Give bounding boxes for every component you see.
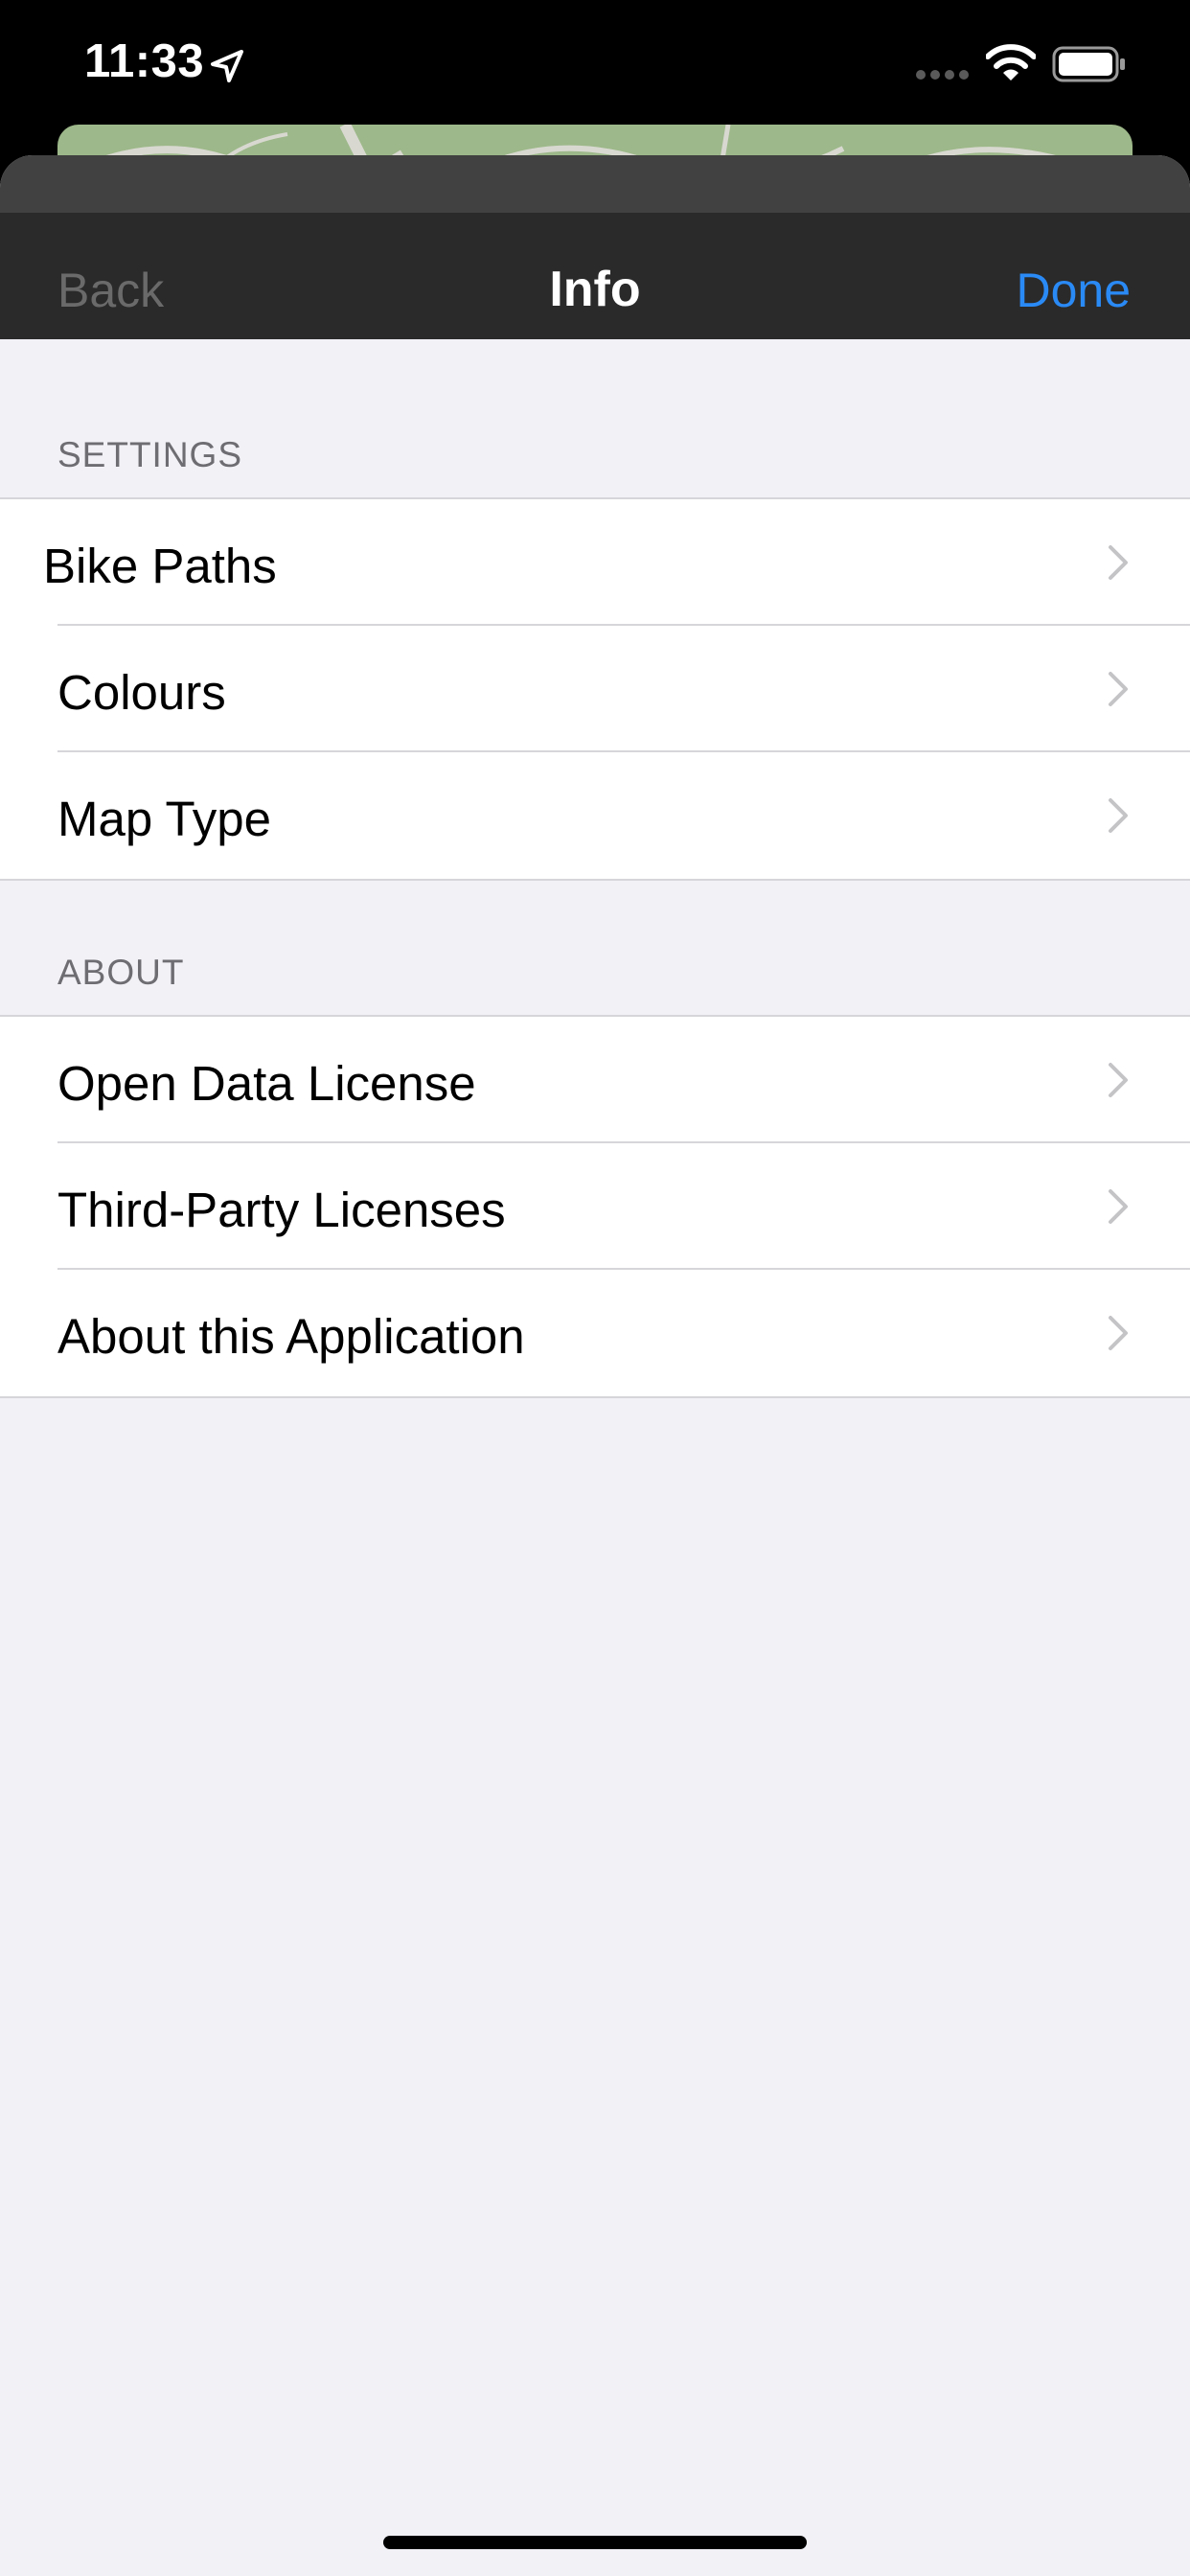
list-item-label: Colours: [57, 665, 226, 720]
section-header-about: ABOUT: [57, 953, 185, 992]
list-item-label: About this Application: [57, 1309, 525, 1364]
status-bar: 11:33: [0, 0, 1190, 129]
chevron-right-icon: [1109, 798, 1128, 833]
list-item-label: Third-Party Licenses: [57, 1183, 506, 1237]
navigation-bar: Back Info Done: [0, 213, 1190, 339]
settings-item-map-type[interactable]: Map Type: [0, 752, 1190, 879]
page-title: Info: [549, 262, 641, 317]
chevron-right-icon: [1109, 672, 1128, 706]
sheet-top: [0, 155, 1190, 213]
about-group: Open Data License Third-Party Licenses A…: [0, 1015, 1190, 1398]
battery-icon: [1052, 46, 1125, 82]
list-item-label: Bike Paths: [43, 539, 277, 593]
about-item-third-party-licenses[interactable]: Third-Party Licenses: [0, 1143, 1190, 1270]
about-item-about-this-application[interactable]: About this Application: [0, 1270, 1190, 1396]
settings-item-colours[interactable]: Colours: [0, 626, 1190, 752]
chevron-right-icon: [1109, 1189, 1128, 1224]
info-sheet: Back Info Done SETTINGS Bike Paths Colou…: [0, 155, 1190, 2576]
cellular-signal-icon: [916, 70, 969, 80]
chevron-right-icon: [1109, 545, 1128, 580]
list-item-label: Open Data License: [57, 1056, 476, 1111]
section-header-settings: SETTINGS: [57, 435, 243, 474]
location-arrow-icon: [211, 50, 243, 82]
about-item-open-data-license[interactable]: Open Data License: [0, 1017, 1190, 1143]
home-indicator[interactable]: [383, 2536, 807, 2549]
list-item-label: Map Type: [57, 792, 272, 846]
chevron-right-icon: [1109, 1316, 1128, 1350]
wifi-icon: [986, 44, 1036, 80]
done-button[interactable]: Done: [1016, 263, 1131, 318]
settings-group: Bike Paths Colours Map Type: [0, 497, 1190, 881]
status-time: 11:33: [84, 35, 205, 87]
settings-item-bike-paths[interactable]: Bike Paths: [0, 499, 1190, 626]
chevron-right-icon: [1109, 1063, 1128, 1097]
